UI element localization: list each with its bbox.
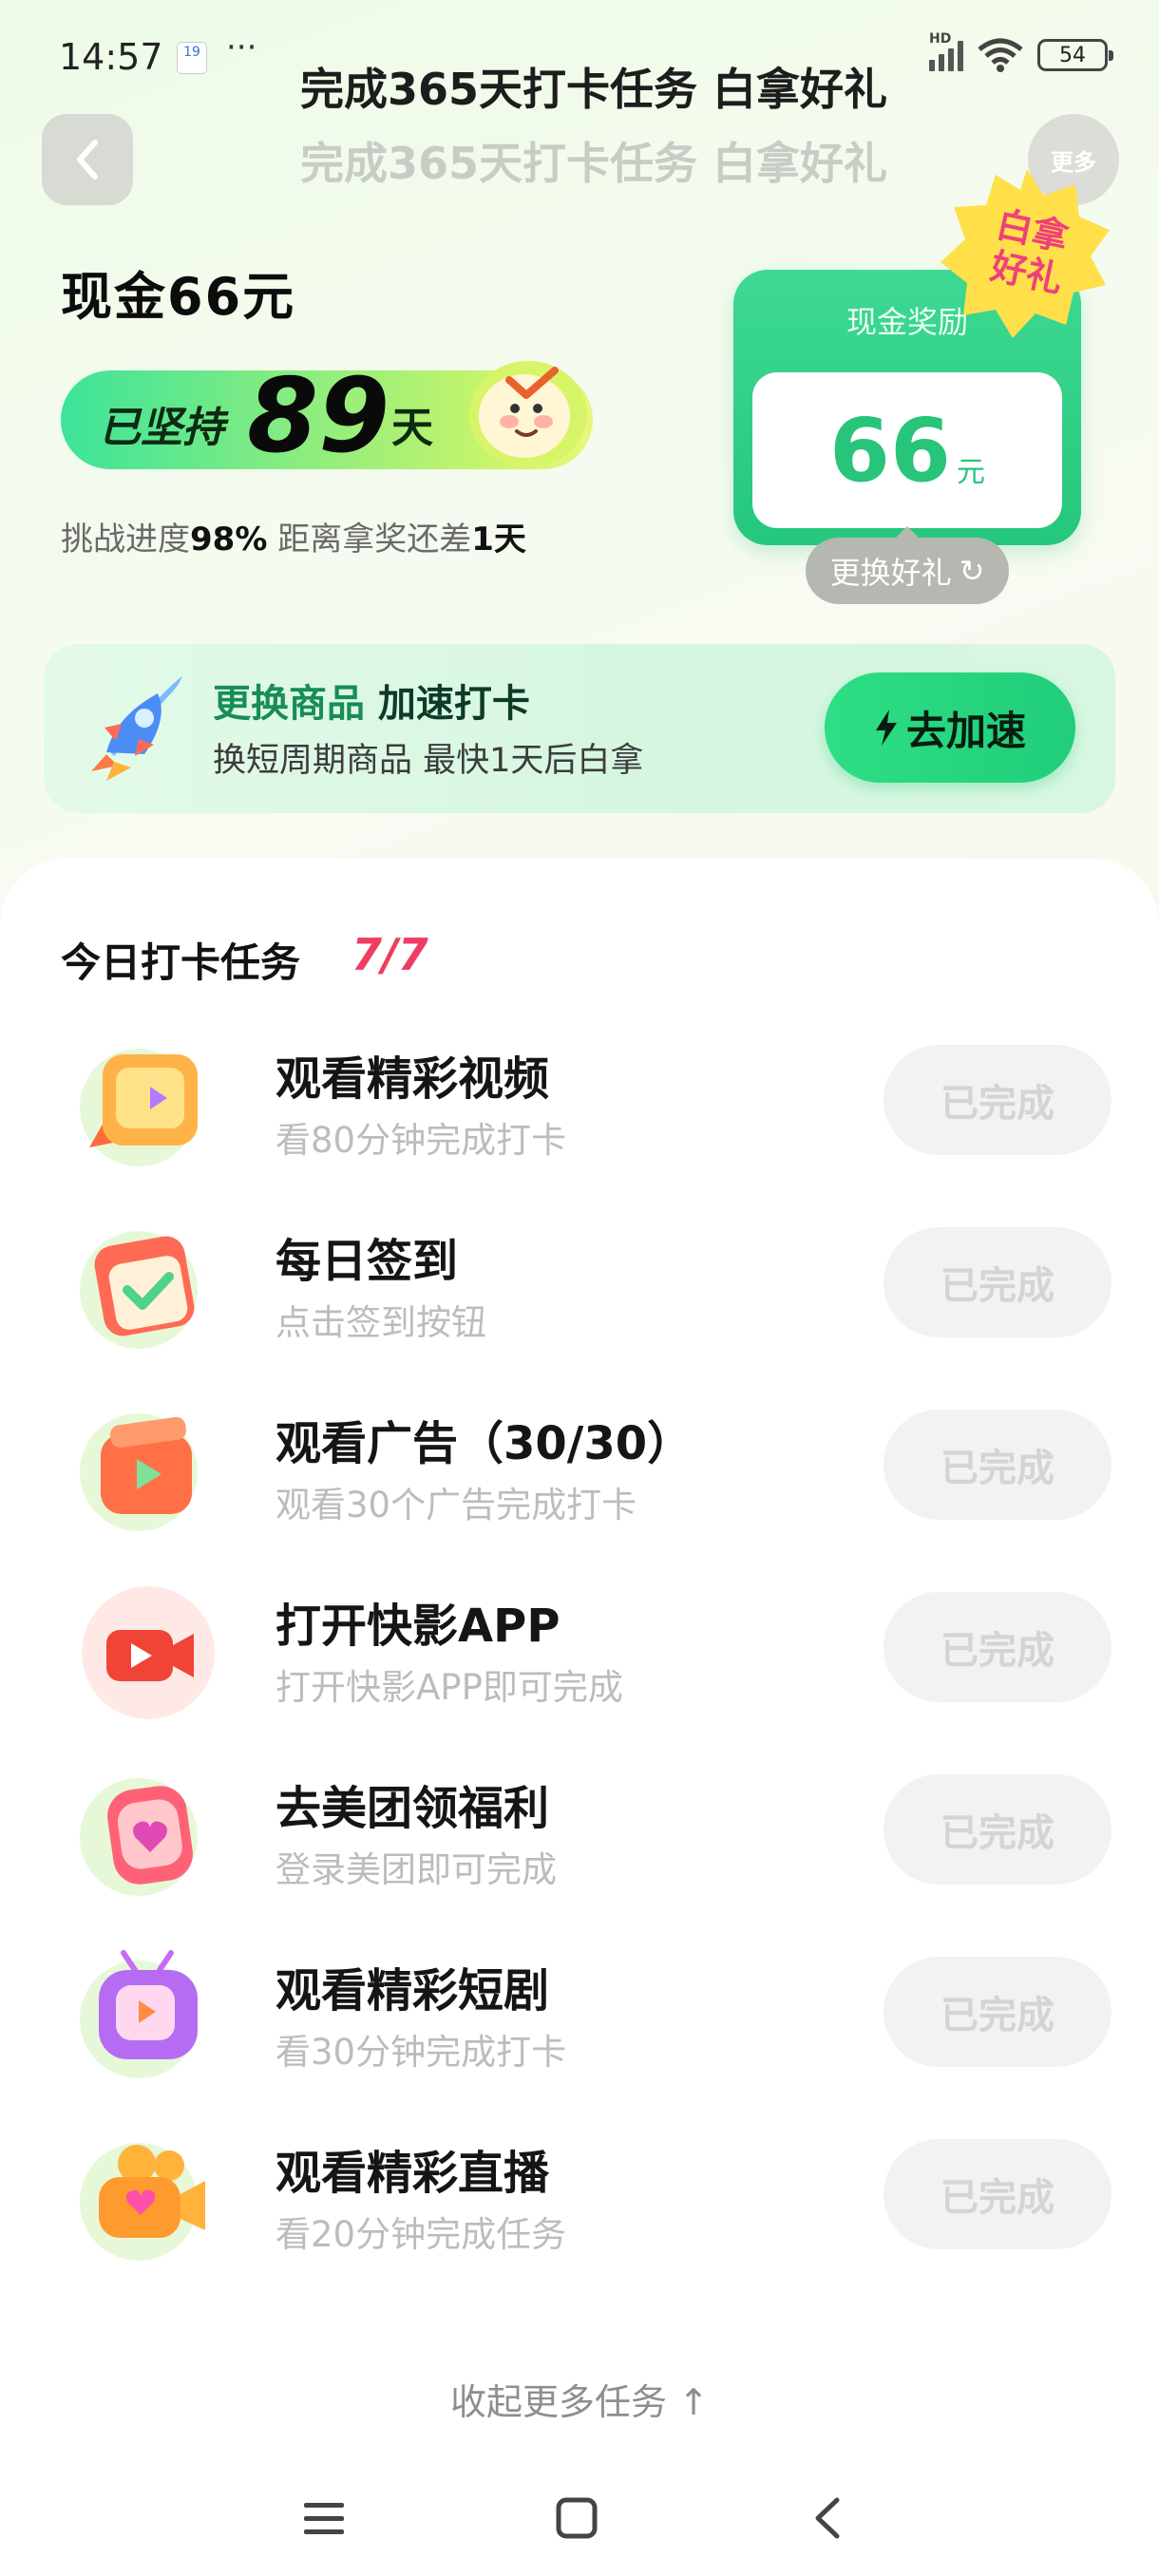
network-type-label: HD	[929, 31, 952, 47]
chevron-left-icon	[77, 140, 98, 180]
task-title: 打开快影APP	[276, 1600, 560, 1653]
live-camera-icon	[80, 2143, 205, 2261]
streak-prefix: 已坚持	[99, 404, 224, 452]
menu-icon[interactable]	[291, 2485, 357, 2551]
task-subtitle: 看20分钟完成任务	[276, 2214, 567, 2255]
daily-task-panel: 今日打卡任务 7/7 观看精彩视频 看80分钟完成打卡 已完成 每日签到 点击签…	[0, 859, 1159, 2454]
task-row: 每日签到 点击签到按钮 已完成	[0, 1199, 1159, 1381]
task-title: 每日签到	[276, 1235, 459, 1288]
change-gift-label: 更换好礼	[829, 555, 952, 591]
tv-icon	[80, 1950, 198, 2078]
task-row: 观看精彩直播 看20分钟完成任务 已完成	[0, 2111, 1159, 2293]
task-subtitle: 观看30个广告完成打卡	[276, 1485, 637, 1525]
task-title: 观看精彩短剧	[276, 1964, 550, 2017]
clock-mascot-icon	[469, 361, 587, 467]
system-nav-bar	[0, 2454, 1159, 2576]
cash-reward-title: 现金66元	[61, 267, 296, 327]
task-done-button[interactable]: 已完成	[884, 1227, 1112, 1337]
speed-up-button[interactable]: 去加速	[825, 672, 1075, 783]
task-subtitle: 点击签到按钮	[276, 1302, 486, 1343]
task-subtitle: 打开快影APP即可完成	[276, 1667, 623, 1708]
home-icon[interactable]	[543, 2485, 610, 2551]
task-subtitle: 看30分钟完成打卡	[276, 2032, 567, 2073]
task-count: 7/7	[352, 929, 428, 980]
collapse-tasks-link[interactable]: 收起更多任务 ↑	[0, 2373, 1159, 2425]
task-subtitle: 登录美团即可完成	[276, 1849, 557, 1890]
task-done-button[interactable]: 已完成	[884, 1592, 1112, 1702]
promo-subtitle: 换短周期商品 最快1天后白拿	[213, 742, 644, 780]
task-row: 去美团领福利 登录美团即可完成 已完成	[0, 1746, 1159, 1928]
task-title: 去美团领福利	[276, 1782, 550, 1835]
video-icon	[80, 1049, 198, 1166]
task-done-button[interactable]: 已完成	[884, 2139, 1112, 2249]
task-done-button[interactable]: 已完成	[884, 1410, 1112, 1520]
task-title: 观看广告（30/30）	[276, 1417, 694, 1470]
ad-play-icon	[80, 1413, 198, 1531]
speed-up-label: 去加速	[905, 707, 1026, 754]
refresh-icon: ↻	[959, 553, 985, 589]
back-button[interactable]	[42, 114, 133, 205]
streak-days: 89	[247, 357, 390, 476]
change-gift-button[interactable]: 更换好礼 ↻	[806, 526, 1009, 604]
reward-unit: 元	[957, 456, 986, 489]
task-row: 观看广告（30/30） 观看30个广告完成打卡 已完成	[0, 1381, 1159, 1563]
task-done-button[interactable]: 已完成	[884, 1774, 1112, 1885]
streak-suffix: 天	[391, 404, 433, 452]
promo-title: 更换商品 加速打卡	[213, 682, 530, 726]
task-done-button[interactable]: 已完成	[884, 1957, 1112, 2067]
task-panel-title: 今日打卡任务	[61, 939, 301, 986]
calendar-check-icon	[80, 1231, 198, 1349]
speed-up-banner[interactable]: 更换商品 加速打卡 换短周期商品 最快1天后白拿 去加速	[44, 644, 1115, 813]
back-nav-icon[interactable]	[794, 2485, 861, 2551]
page-title: 完成365天打卡任务 白拿好礼	[299, 64, 888, 115]
reward-amount: 66	[828, 399, 952, 502]
lightning-icon	[875, 710, 897, 746]
streak-banner: 已坚持 89 天	[61, 357, 593, 476]
task-title: 观看精彩直播	[276, 2147, 550, 2200]
rocket-icon	[91, 676, 182, 781]
challenge-progress: 挑战进度98% 距离拿奖还差1天	[61, 521, 526, 559]
task-row: 观看精彩短剧 看30分钟完成打卡 已完成	[0, 1928, 1159, 2111]
task-row: 观看精彩视频 看80分钟完成打卡 已完成	[0, 1016, 1159, 1199]
task-row: 打开快影APP 打开快影APP即可完成 已完成	[0, 1563, 1159, 1746]
reward-amount-box: 66 元	[752, 372, 1062, 528]
task-done-button[interactable]: 已完成	[884, 1045, 1112, 1155]
camera-app-icon	[82, 1586, 215, 1719]
task-subtitle: 看80分钟完成打卡	[276, 1120, 567, 1161]
task-title: 观看精彩视频	[276, 1052, 550, 1106]
free-gift-badge: 白拿 好礼	[940, 169, 1110, 338]
heart-watch-icon	[80, 1778, 198, 1896]
